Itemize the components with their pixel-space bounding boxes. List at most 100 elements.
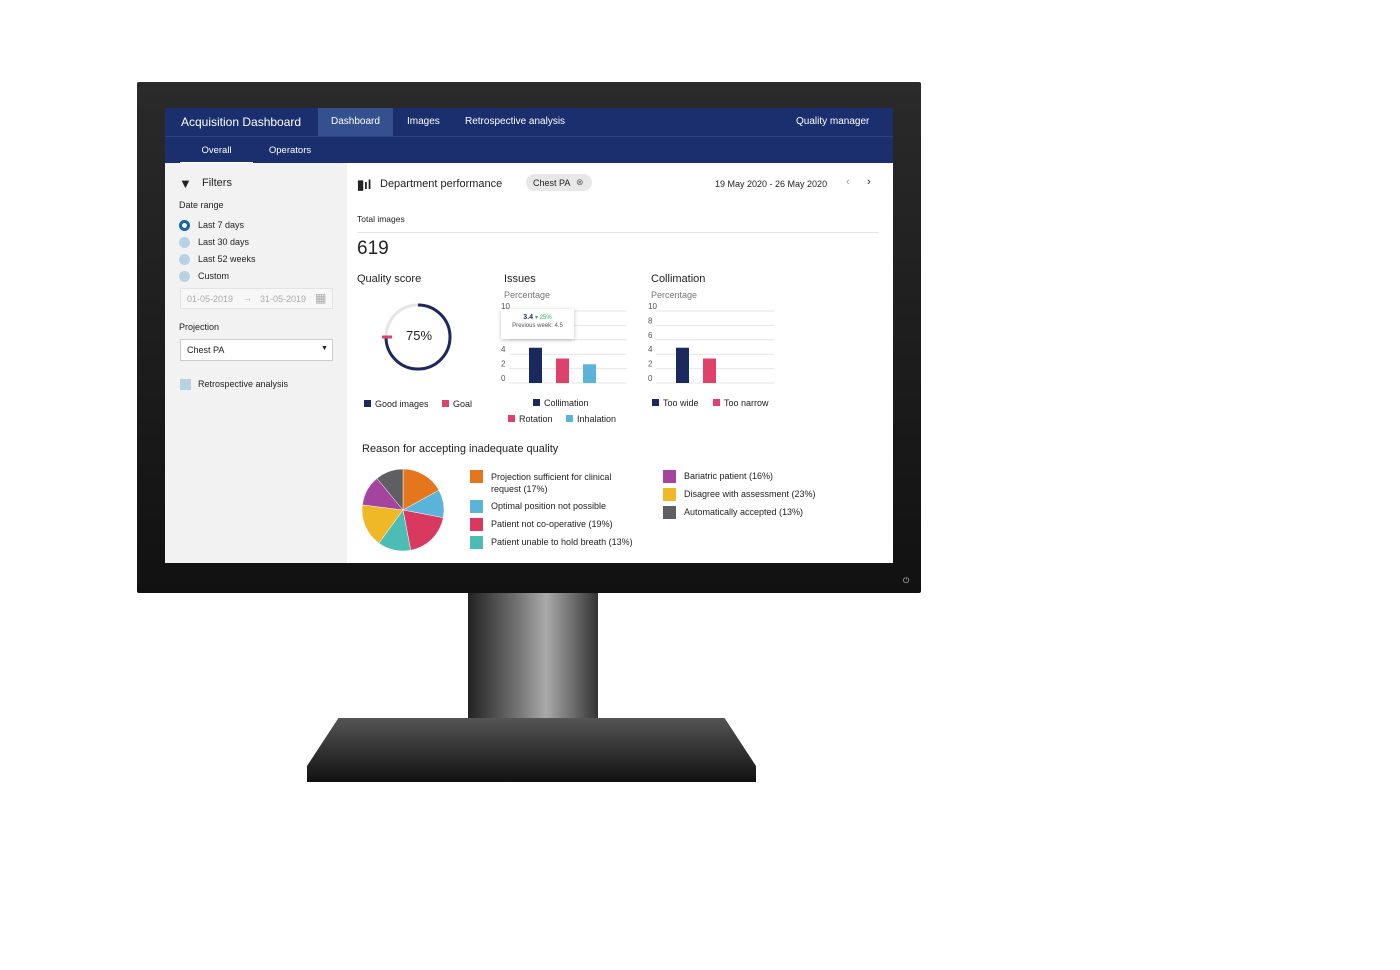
legend-label: Too narrow [724, 398, 769, 408]
projection-label: Projection [179, 322, 220, 332]
chevron-left-icon[interactable]: ‹ [846, 176, 850, 188]
date-range-display: 19 May 2020 - 26 May 2020 [715, 179, 828, 189]
subtab-overall[interactable]: Overall [180, 137, 253, 164]
screen: Acquisition Dashboard Dashboard Images R… [165, 108, 893, 563]
tooltip-change-value: 25% [539, 315, 552, 321]
retrospective-label: Retrospective analysis [198, 379, 289, 389]
goal-marker [382, 335, 392, 339]
legend-too-narrow: Too narrow [713, 398, 769, 408]
pie-legend-swatch [470, 470, 483, 483]
y-tick-label: 4 [648, 345, 653, 354]
power-icon[interactable]: ⏻ [903, 576, 909, 586]
legend-label: Inhalation [577, 414, 617, 424]
y-tick-label: 2 [648, 360, 653, 369]
issues-tooltip: 3.4 ▾ 25% Previous week: 4.5 [501, 309, 574, 339]
monitor-stand-neck [468, 593, 598, 733]
legend-inhalation: Inhalation [566, 414, 616, 424]
legend-good-images: Good images [364, 399, 429, 409]
legend-collimation: Collimation [533, 398, 589, 408]
radio-label: Custom [198, 271, 230, 281]
projection-select[interactable]: Chest PA ▼ [180, 339, 333, 361]
arrow-right-icon: → [243, 293, 252, 303]
legend-label: Rotation [519, 414, 553, 424]
pie-legend-label: Optimal position not possible [491, 501, 607, 511]
app-title: Acquisition Dashboard [181, 115, 302, 129]
chevron-right-icon[interactable]: › [867, 176, 871, 188]
tab-retrospective-analysis[interactable]: Retrospective analysis [452, 108, 578, 136]
reasons-pie-chart [361, 468, 445, 552]
radio-label: Last 7 days [198, 220, 245, 230]
filter-icon: ▼ [179, 176, 192, 191]
collimation-subtitle: Percentage [651, 290, 698, 300]
y-tick-label: 0 [501, 374, 506, 383]
radio-custom[interactable] [179, 271, 190, 282]
retrospective-checkbox[interactable] [180, 379, 191, 390]
caret-down-icon: ▼ [321, 345, 328, 352]
monitor-stand-base [307, 718, 756, 782]
quality-score-title: Quality score [357, 273, 422, 285]
legend-swatch [442, 400, 449, 407]
pie-title: Reason for accepting inadequate quality [362, 443, 559, 455]
legend-label: Too wide [663, 398, 699, 408]
y-tick-label: 0 [648, 374, 653, 383]
user-menu-label: Quality manager [796, 116, 870, 127]
filters-title: Filters [202, 177, 232, 189]
legend-swatch [713, 399, 720, 406]
tooltip-change: ▾ 25% [534, 315, 552, 321]
custom-date-range-input[interactable]: 01-05-2019 → 31-05-2019 ▦ [180, 288, 333, 309]
pie-legend-label: Disagree with assessment (23%) [684, 489, 816, 499]
legend-swatch [566, 415, 573, 422]
bar-collimation [529, 347, 542, 383]
y-tick-label: 4 [501, 345, 506, 354]
bar-chart-icon: ▮ıl [357, 177, 372, 192]
y-tick-label: 2 [501, 360, 506, 369]
legend-rotation: Rotation [508, 414, 553, 424]
legend-swatch [533, 399, 540, 406]
legend-label: Collimation [544, 398, 589, 408]
radio-last-30-days[interactable] [179, 237, 190, 248]
date-to: 31-05-2019 [260, 294, 307, 304]
legend-label: Good images [375, 399, 429, 409]
pie-legend-label: Bariatric patient (16%) [684, 471, 774, 481]
legend-too-wide: Too wide [652, 398, 699, 408]
pie-legend-swatch [663, 470, 676, 483]
projection-value: Chest PA [187, 345, 225, 355]
pie-legend-swatch [663, 506, 676, 519]
top-nav: Acquisition Dashboard Dashboard Images R… [165, 108, 893, 154]
pie-legend-swatch [470, 536, 483, 549]
bar-rotation [556, 358, 569, 383]
bar-too-narrow [703, 358, 716, 383]
bar-too-wide [676, 347, 689, 383]
collimation-bar-chart: 0 2 4 6 8 10 [648, 303, 774, 384]
radio-label: Last 30 days [198, 237, 250, 247]
pie-legend-swatch [470, 500, 483, 513]
legend-swatch [508, 415, 515, 422]
issues-title: Issues [504, 273, 536, 285]
pie-legend-swatch [663, 488, 676, 501]
y-tick-label: 8 [648, 316, 653, 325]
tab-images[interactable]: Images [394, 108, 453, 136]
divider [357, 232, 879, 233]
page-title: Department performance [380, 178, 503, 190]
radio-last-7-days[interactable] [179, 220, 190, 231]
chest-pa-chip: Chest PA ⊗ [526, 174, 592, 191]
radio-label: Last 52 weeks [198, 254, 256, 264]
collimation-title: Collimation [651, 273, 706, 285]
pie-legend-label: Patient unable to hold breath (13%) [491, 537, 633, 547]
y-tick-label: 6 [648, 331, 653, 340]
issues-subtitle: Percentage [504, 290, 551, 300]
filters-sidebar: ▼ Filters Date range Last 7 days Last 30… [165, 163, 347, 563]
pie-legend-swatch [470, 518, 483, 531]
radio-last-52-weeks[interactable] [179, 254, 190, 265]
close-circle-icon[interactable]: ⊗ [576, 177, 584, 188]
pie-legend-label: Automatically accepted (13%) [684, 507, 804, 517]
subtab-operators[interactable]: Operators [260, 137, 320, 164]
legend-swatch [364, 400, 371, 407]
tab-dashboard[interactable]: Dashboard [318, 108, 393, 136]
tooltip-previous: Previous week: 4.5 [512, 323, 563, 329]
legend-label: Goal [453, 399, 473, 409]
y-tick-label: 10 [648, 303, 657, 311]
calendar-icon[interactable]: ▦ [315, 291, 326, 305]
pie-legend-label: Patient not co-operative (19%) [491, 519, 613, 529]
user-menu[interactable]: Quality manager ▼ [783, 108, 893, 154]
